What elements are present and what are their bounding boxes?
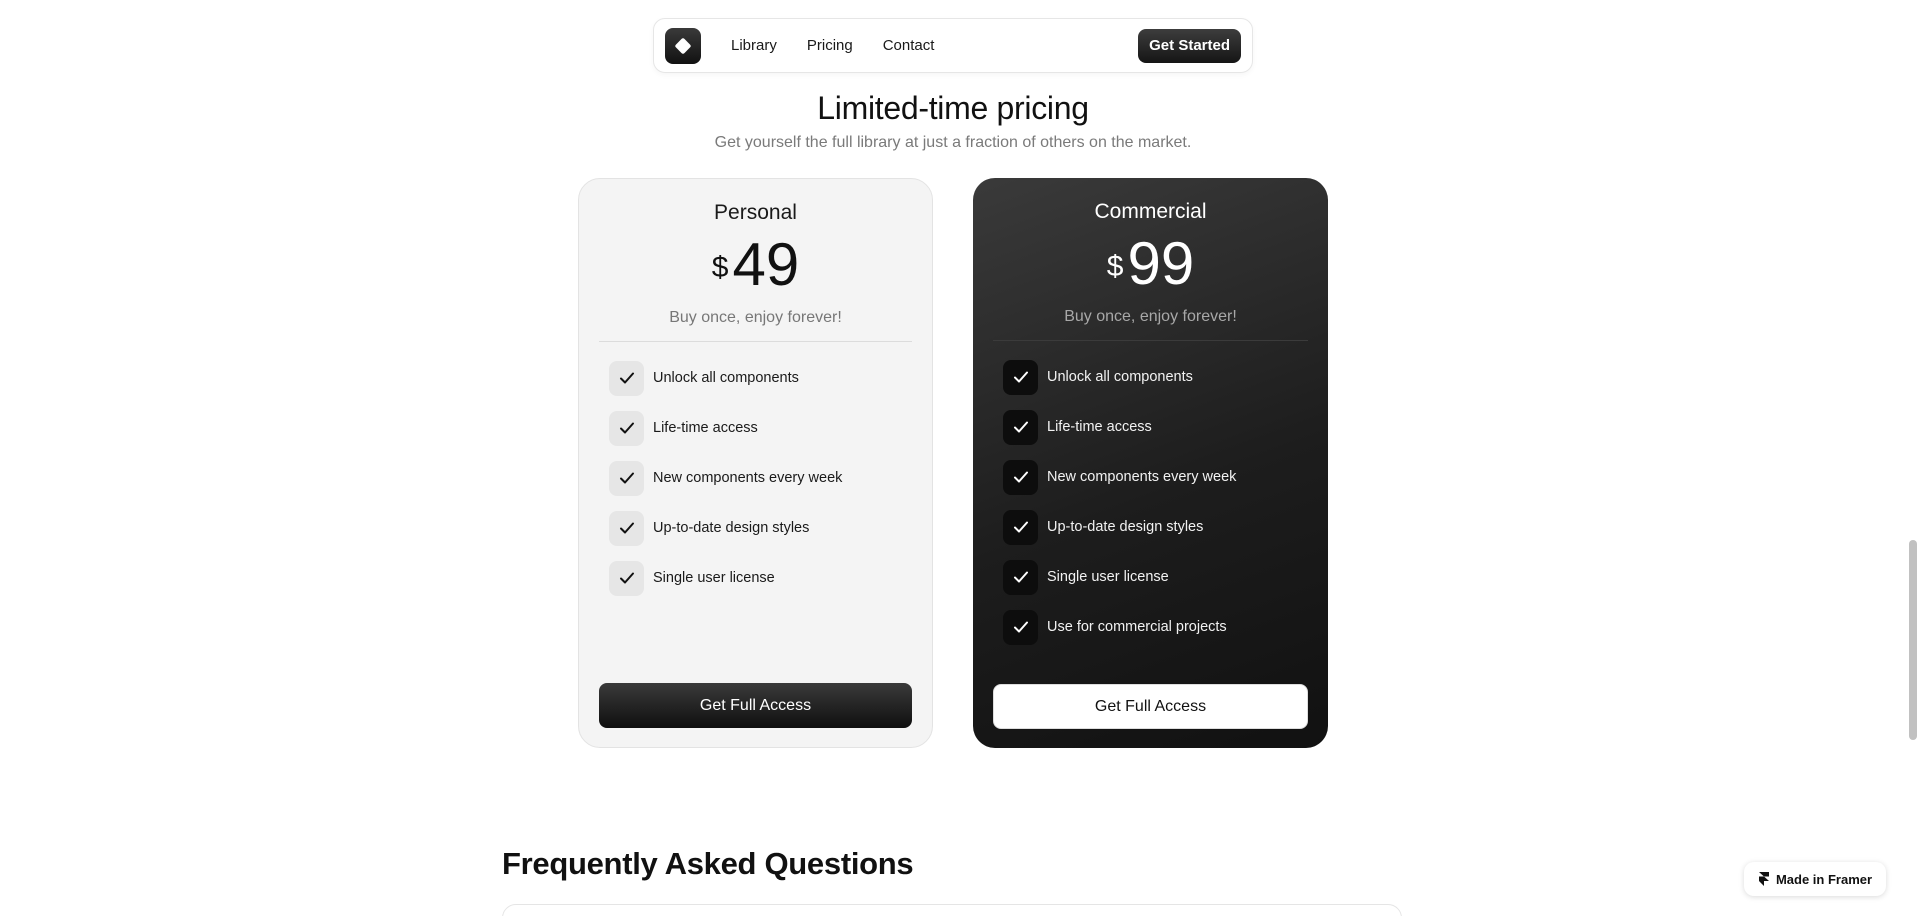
framer-icon	[1758, 872, 1769, 886]
nav-link-library[interactable]: Library	[731, 37, 777, 54]
plan-name: Commercial	[1094, 200, 1207, 223]
check-icon	[1003, 409, 1038, 445]
pricing-subtitle: Get yourself the full library at just a …	[714, 134, 1192, 151]
diamond-logo-icon[interactable]	[665, 27, 701, 64]
feature-label: Life-time access	[653, 420, 758, 436]
check-icon	[609, 560, 644, 596]
scrollbar-thumb[interactable]	[1909, 540, 1917, 740]
plan-tagline: Buy once, enjoy forever!	[669, 309, 842, 326]
feature-item: Unlock all components	[609, 360, 912, 396]
check-icon	[1003, 359, 1038, 395]
badge-label: Made in Framer	[1775, 871, 1873, 887]
pricing-title: Limited-time pricing	[817, 90, 1089, 126]
feature-label: Life-time access	[1047, 419, 1152, 435]
feature-label: Unlock all components	[653, 370, 799, 386]
check-icon	[1003, 609, 1038, 645]
feature-item: Single user license	[1003, 559, 1308, 595]
check-icon	[609, 410, 644, 446]
feature-item: Use for commercial projects	[1003, 609, 1308, 645]
nav-link-pricing[interactable]: Pricing	[807, 37, 853, 54]
faq-item[interactable]	[502, 904, 1402, 916]
price-amount: 49	[732, 231, 800, 298]
feature-item: Unlock all components	[1003, 359, 1308, 395]
check-icon	[1003, 509, 1038, 545]
check-icon	[1003, 459, 1038, 495]
feature-item: Up-to-date design styles	[609, 510, 912, 546]
plan-card-commercial: Commercial $ 99 Buy once, enjoy forever!…	[973, 178, 1328, 748]
feature-list: Unlock all components Life-time access N…	[993, 359, 1308, 645]
currency-symbol: $	[711, 251, 729, 284]
feature-list: Unlock all components Life-time access N…	[599, 360, 912, 596]
get-full-access-button[interactable]: Get Full Access	[993, 684, 1308, 729]
feature-item: Up-to-date design styles	[1003, 509, 1308, 545]
made-in-framer-badge[interactable]: Made in Framer	[1744, 862, 1886, 896]
scrollbar[interactable]	[1906, 0, 1920, 916]
feature-label: Single user license	[653, 570, 775, 586]
feature-label: Unlock all components	[1047, 369, 1193, 385]
feature-label: New components every week	[1047, 469, 1237, 485]
nav-link-contact[interactable]: Contact	[883, 37, 935, 54]
feature-label: Up-to-date design styles	[653, 520, 810, 536]
check-icon	[609, 460, 644, 496]
check-icon	[609, 510, 644, 546]
divider	[599, 341, 912, 342]
top-nav: Library Pricing Contact Get Started	[653, 18, 1253, 73]
feature-item: Single user license	[609, 560, 912, 596]
plan-name: Personal	[714, 201, 797, 224]
feature-item: New components every week	[1003, 459, 1308, 495]
plan-tagline: Buy once, enjoy forever!	[1064, 308, 1237, 325]
get-full-access-button[interactable]: Get Full Access	[599, 683, 912, 728]
feature-item: New components every week	[609, 460, 912, 496]
check-icon	[609, 360, 644, 396]
feature-label: Up-to-date design styles	[1047, 519, 1204, 535]
feature-item: Life-time access	[1003, 409, 1308, 445]
feature-label: Single user license	[1047, 569, 1169, 585]
plan-card-personal: Personal $ 49 Buy once, enjoy forever! U…	[578, 178, 933, 748]
faq-title: Frequently Asked Questions	[502, 846, 914, 881]
check-icon	[1003, 559, 1038, 595]
get-started-button[interactable]: Get Started	[1138, 28, 1241, 63]
price-amount: 99	[1127, 230, 1195, 297]
feature-label: Use for commercial projects	[1047, 619, 1227, 635]
currency-symbol: $	[1106, 250, 1124, 283]
price: $ 49	[599, 231, 912, 299]
divider	[993, 340, 1308, 341]
feature-label: New components every week	[653, 470, 843, 486]
price: $ 99	[993, 230, 1308, 298]
feature-item: Life-time access	[609, 410, 912, 446]
